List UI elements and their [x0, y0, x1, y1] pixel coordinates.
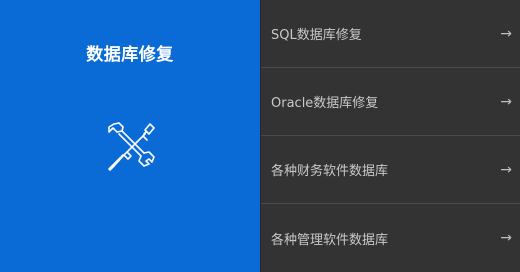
arrow-right-icon: →	[500, 161, 512, 178]
arrow-right-icon: →	[500, 25, 512, 42]
menu-item-label: 各种财务软件数据库	[271, 164, 389, 179]
menu-item-label: 各种管理软件数据库	[271, 232, 389, 248]
tools-icon	[100, 118, 160, 178]
page: 数据库修复 SQL数据库修复 → Oracle数据库修复 → 各种财务软件数据库…	[0, 0, 520, 272]
menu-list: SQL数据库修复 → Oracle数据库修复 → 各种财务软件数据库 → 各种管…	[260, 0, 520, 272]
menu-item-finance-software-db[interactable]: 各种财务软件数据库 →	[261, 136, 520, 204]
panel-title: 数据库修复	[86, 45, 174, 65]
menu-item-label: SQL数据库修复	[271, 28, 362, 43]
menu-item-label: Oracle数据库修复	[271, 96, 379, 111]
menu-item-oracle-repair[interactable]: Oracle数据库修复 →	[261, 68, 520, 136]
arrow-right-icon: →	[500, 93, 512, 110]
arrow-right-icon: →	[500, 230, 512, 246]
menu-item-sql-repair[interactable]: SQL数据库修复 →	[261, 0, 520, 68]
menu-item-management-software-db[interactable]: 各种管理软件数据库 →	[261, 204, 520, 272]
database-repair-panel: 数据库修复	[0, 0, 260, 272]
